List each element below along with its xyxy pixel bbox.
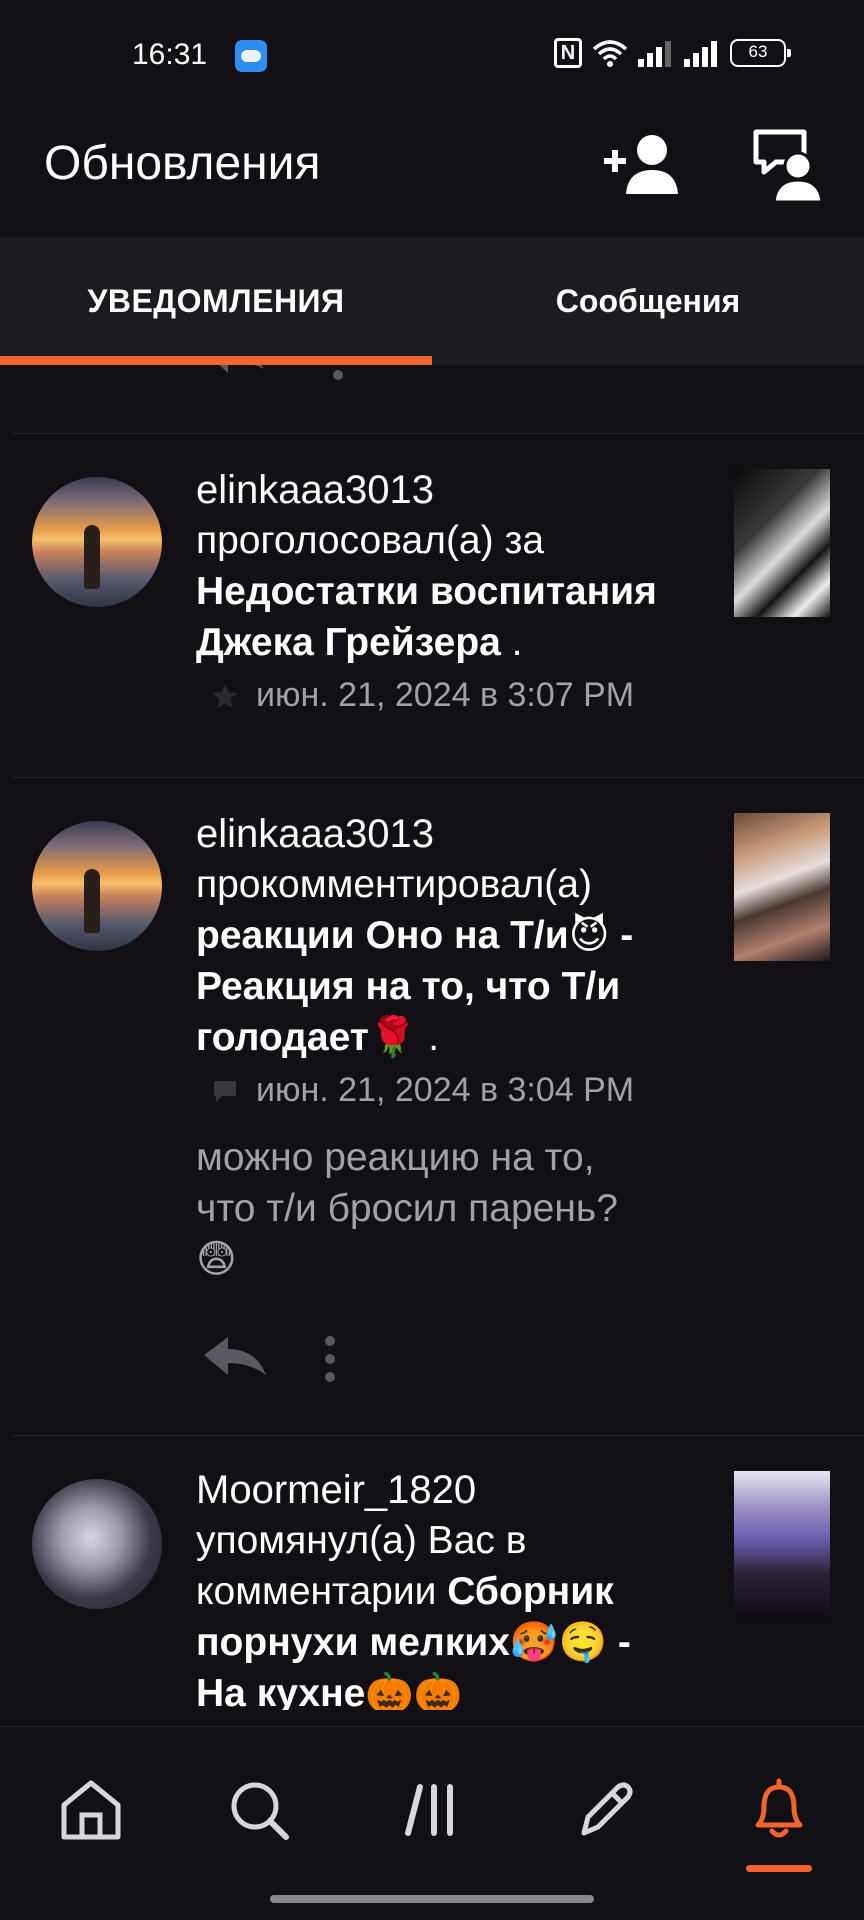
action-text: проголосовал(а) за <box>196 519 545 562</box>
search-icon <box>231 1782 289 1840</box>
avatar[interactable] <box>32 1479 162 1609</box>
story-title[interactable]: реакции Оно на Т/и😈 - <box>196 910 706 961</box>
avatar[interactable] <box>32 477 162 607</box>
timestamp: июн. 21, 2024 в 3:04 PM <box>256 1071 635 1109</box>
comment-actions <box>200 1329 500 1389</box>
period: . <box>417 1016 440 1059</box>
active-nav-indicator <box>746 1865 812 1872</box>
notification-body: Moormeir_1820 упомянул(а) Вас в коммента… <box>196 1465 706 1710</box>
story-title-cont: Джека Грейзера . <box>196 617 706 668</box>
chapter-title-cont: голодает🌹 . <box>196 1012 706 1063</box>
status-bar: 16:31 N 63 <box>0 0 864 110</box>
nfc-icon: N <box>554 38 582 68</box>
wifi-icon <box>592 39 628 67</box>
app-header: Обновления <box>0 110 864 236</box>
reply-icon[interactable] <box>200 1329 270 1389</box>
divider <box>12 433 864 434</box>
meta-row: июн. 21, 2024 в 3:04 PM <box>196 1071 706 1110</box>
home-indicator[interactable] <box>270 1895 594 1903</box>
battery-icon: 63 <box>730 39 791 67</box>
username[interactable]: elinkaaa3013 <box>196 465 706 515</box>
comment-line: 😨 <box>196 1238 237 1281</box>
comment-icon <box>214 1080 236 1102</box>
notification-body: elinkaaa3013 прокомментировал(а) реакции… <box>196 809 706 1285</box>
signal-icon-1 <box>638 39 674 67</box>
action-text-cont: комментарии Сборник <box>196 1566 706 1617</box>
story-title[interactable]: Сборник <box>447 1570 613 1613</box>
comment-line: что т/и бросил парень? <box>196 1187 618 1230</box>
more-options-icon[interactable] <box>331 365 345 383</box>
weather-icon <box>235 40 267 72</box>
nav-write[interactable] <box>570 1775 640 1845</box>
divider <box>12 777 864 778</box>
home-icon <box>61 1780 121 1840</box>
chapter-title-tail[interactable]: голодает🌹 <box>196 1016 417 1059</box>
story-thumbnail[interactable] <box>734 1471 830 1619</box>
period: . <box>500 621 523 664</box>
more-options-icon[interactable] <box>320 1335 340 1385</box>
status-icons: N 63 <box>554 38 791 68</box>
tab-messages[interactable]: Сообщения <box>432 237 864 365</box>
story-thumbnail[interactable] <box>734 813 830 961</box>
add-person-icon <box>604 135 678 194</box>
signal-icon-2 <box>684 39 720 67</box>
nav-notifications[interactable] <box>744 1775 814 1845</box>
notifications-bell-icon <box>755 1778 803 1838</box>
avatar[interactable] <box>32 821 162 951</box>
nav-library[interactable] <box>398 1775 468 1845</box>
story-title[interactable]: Недостатки воспитания <box>196 566 706 617</box>
action-text: упомянул(а) Вас в <box>196 1519 527 1562</box>
action-text: прокомментировал(а) <box>196 863 592 906</box>
messages-people-button[interactable] <box>752 126 824 204</box>
story-thumbnail[interactable] <box>734 469 830 617</box>
story-title-cont[interactable]: порнухи мелких🥵🤤 - <box>196 1617 706 1668</box>
chapter-title[interactable]: Реакция на то, что Т/и <box>196 961 706 1012</box>
tabs-bar: УВЕДОМЛЕНИЯ Сообщения <box>0 237 864 365</box>
comment-text: можно реакцию на то, что т/и бросил паре… <box>196 1132 706 1285</box>
username[interactable]: Moormeir_1820 <box>196 1465 706 1515</box>
meta-row: июн. 21, 2024 в 3:07 PM <box>196 676 706 715</box>
comment-line: можно реакцию на то, <box>196 1136 595 1179</box>
reply-icon[interactable] <box>206 365 266 377</box>
notifications-feed[interactable]: elinkaaa3013 проголосовал(а) за Недостат… <box>0 365 864 1710</box>
nav-home[interactable] <box>56 1775 126 1845</box>
add-friend-button[interactable] <box>602 130 680 200</box>
status-time: 16:31 <box>132 38 208 71</box>
story-title-tail[interactable]: Джека Грейзера <box>196 621 501 664</box>
nav-search[interactable] <box>224 1775 294 1845</box>
action-text-plain: комментарии <box>196 1570 448 1613</box>
divider <box>12 1435 864 1436</box>
bottom-navigation <box>0 1726 864 1920</box>
tab-notifications[interactable]: УВЕДОМЛЕНИЯ <box>0 237 432 365</box>
star-icon <box>213 683 237 708</box>
page-title: Обновления <box>44 137 321 190</box>
chat-person-icon <box>753 129 824 204</box>
chapter-title[interactable]: На кухне🎃🎃 <box>196 1668 706 1710</box>
library-icon <box>405 1784 453 1836</box>
active-tab-indicator <box>0 356 432 365</box>
timestamp: июн. 21, 2024 в 3:07 PM <box>256 676 635 714</box>
username[interactable]: elinkaaa3013 <box>196 809 706 859</box>
notification-body: elinkaaa3013 проголосовал(а) за Недостат… <box>196 465 706 715</box>
write-icon <box>581 1782 633 1836</box>
